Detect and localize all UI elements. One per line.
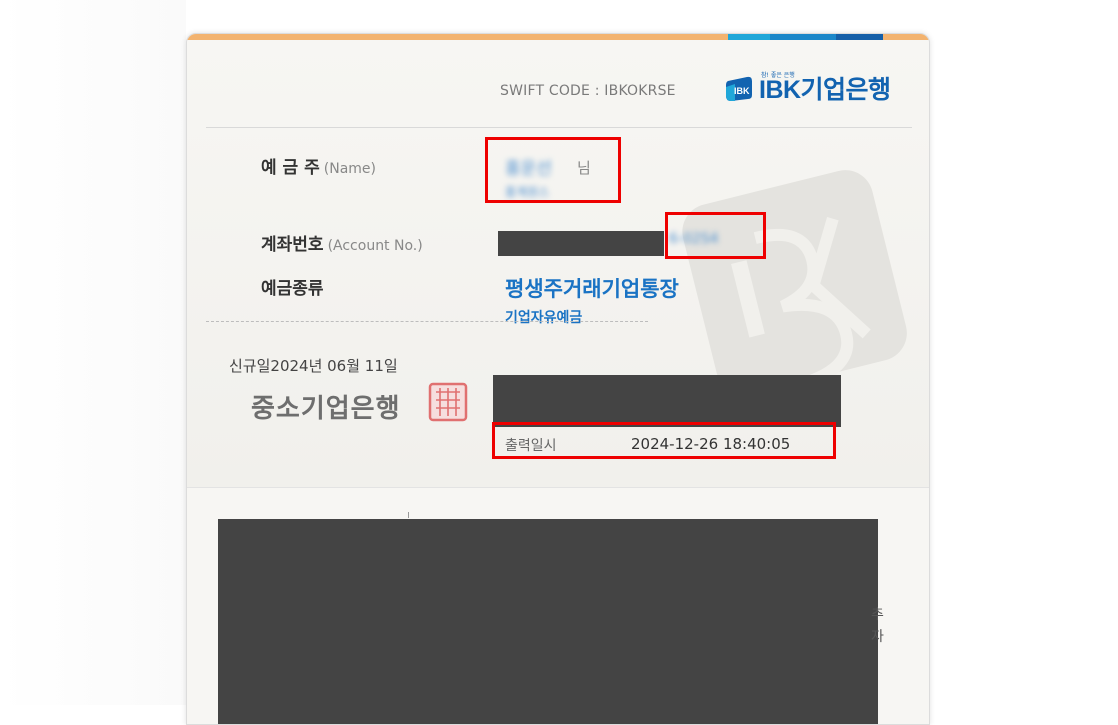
ibk-logo-icon: IBK [726, 76, 752, 101]
swift-code: SWIFT CODE : IBKOKRSE [500, 83, 676, 99]
account-number-redaction [498, 231, 664, 256]
dashed-divider [206, 321, 648, 322]
edge-text-1: 추 [871, 607, 884, 623]
edge-text-2: 자 [871, 629, 884, 645]
bank-seal-icon [428, 382, 468, 422]
page-background [0, 0, 186, 705]
name-label: 예 금 주 (Name) [261, 158, 376, 178]
account-label: 계좌번호 (Account No.) [261, 235, 423, 255]
divider-tick [408, 512, 409, 518]
lower-redaction [218, 519, 878, 724]
highlight-name-box [485, 137, 621, 203]
ibk-watermark-icon: I [682, 170, 907, 395]
highlight-account-box [665, 212, 766, 259]
highlight-print-time-box [492, 422, 836, 459]
passbook-header-section: I SWIFT CODE : IBKOKRSE 참! 좋은 은행 IBK IBK… [187, 40, 929, 487]
open-date: 신규일2024년 06월 11일 [229, 357, 398, 375]
ibk-logo: IBK IBK기업은행 [725, 73, 891, 104]
product-subtype: 기업자유예금 [505, 310, 583, 326]
svg-text:IBK: IBK [734, 86, 750, 96]
deposit-type-label: 예금종류 [261, 279, 324, 299]
product-name: 평생주거래기업통장 [505, 277, 679, 301]
bank-name: 중소기업은행 [251, 394, 401, 424]
header-divider [206, 127, 912, 128]
redacted-block [493, 375, 841, 427]
logo-text: IBK기업은행 [759, 76, 891, 104]
